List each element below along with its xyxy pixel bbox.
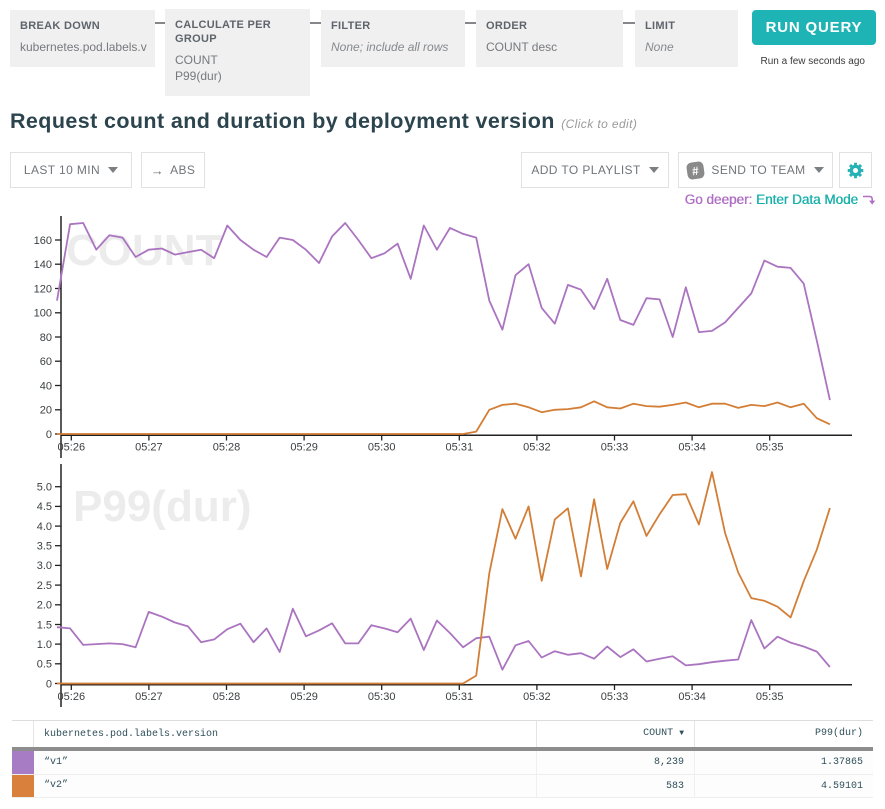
svg-text:05:30: 05:30	[368, 442, 396, 454]
svg-text:100: 100	[34, 308, 52, 320]
svg-text:05:31: 05:31	[446, 691, 474, 703]
svg-text:2.0: 2.0	[37, 600, 52, 612]
svg-text:P99(dur): P99(dur)	[73, 482, 251, 531]
svg-text:05:27: 05:27	[135, 442, 163, 454]
svg-text:05:32: 05:32	[523, 691, 551, 703]
svg-text:05:26: 05:26	[58, 691, 86, 703]
svg-text:05:33: 05:33	[601, 691, 629, 703]
svg-text:05:35: 05:35	[756, 442, 784, 454]
svg-text:05:27: 05:27	[135, 691, 163, 703]
svg-text:3.0: 3.0	[37, 560, 52, 572]
svg-text:1.5: 1.5	[37, 619, 52, 631]
svg-text:05:30: 05:30	[368, 691, 396, 703]
svg-text:05:26: 05:26	[58, 442, 86, 454]
svg-text:40: 40	[40, 380, 52, 392]
svg-text:120: 120	[34, 283, 52, 295]
svg-text:0.5: 0.5	[37, 659, 52, 671]
svg-text:05:31: 05:31	[446, 442, 474, 454]
svg-text:80: 80	[40, 332, 52, 344]
svg-text:2.5: 2.5	[37, 580, 52, 592]
svg-text:0: 0	[46, 678, 52, 690]
svg-text:05:28: 05:28	[213, 691, 241, 703]
svg-text:05:34: 05:34	[678, 442, 706, 454]
svg-text:3.5: 3.5	[37, 541, 52, 553]
svg-text:05:35: 05:35	[756, 691, 784, 703]
svg-text:140: 140	[34, 259, 52, 271]
svg-text:4.5: 4.5	[37, 501, 52, 513]
svg-text:160: 160	[34, 235, 52, 247]
svg-text:05:33: 05:33	[601, 442, 629, 454]
svg-text:20: 20	[40, 405, 52, 417]
svg-text:05:29: 05:29	[290, 442, 318, 454]
svg-text:5.0: 5.0	[37, 482, 52, 494]
svg-text:0: 0	[46, 429, 52, 441]
svg-text:05:28: 05:28	[213, 442, 241, 454]
svg-text:60: 60	[40, 356, 52, 368]
svg-text:4.0: 4.0	[37, 521, 52, 533]
svg-text:05:29: 05:29	[290, 691, 318, 703]
svg-text:05:34: 05:34	[678, 691, 706, 703]
svg-text:05:32: 05:32	[523, 442, 551, 454]
svg-text:1.0: 1.0	[37, 639, 52, 651]
